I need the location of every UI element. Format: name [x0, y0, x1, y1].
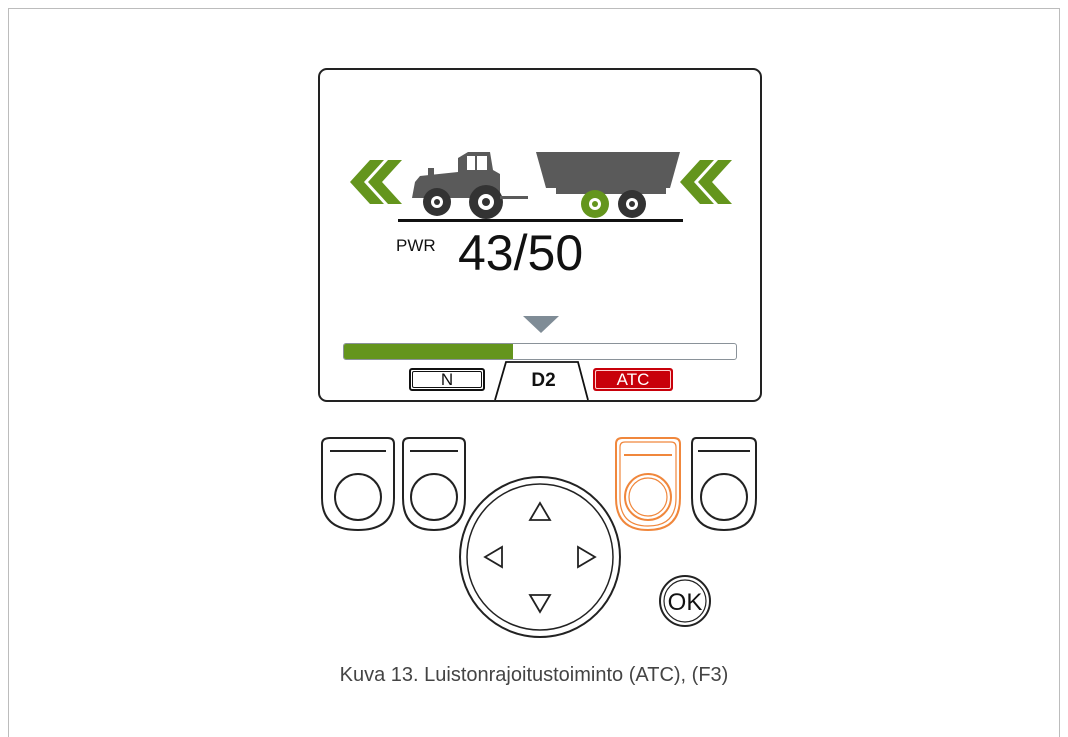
control-panel: OK: [321, 437, 757, 638]
ok-button[interactable]: OK: [659, 575, 711, 627]
navigation-pad[interactable]: [459, 476, 621, 638]
function-button-f3[interactable]: [615, 437, 681, 532]
function-button-f4[interactable]: [691, 437, 757, 532]
ok-label: OK: [668, 589, 703, 616]
figure-caption: Kuva 13. Luistonrajoitustoiminto (ATC), …: [339, 664, 729, 686]
function-button-f1[interactable]: [321, 437, 395, 532]
function-button-f2[interactable]: [402, 437, 466, 532]
